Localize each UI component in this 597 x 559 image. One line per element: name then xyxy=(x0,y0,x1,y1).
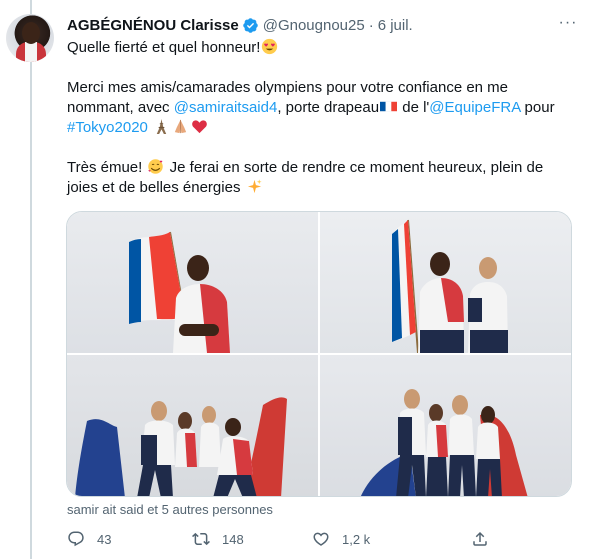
thread-line xyxy=(30,0,32,559)
avatar-shirt-shape xyxy=(25,42,37,62)
reply-count: 43 xyxy=(97,531,112,547)
liked-by-summary[interactable]: samir ait said et 5 autres personnes xyxy=(67,502,273,517)
red-heart-emoji xyxy=(191,118,208,135)
tweet-actions: 43 148 1,2 k xyxy=(67,528,577,550)
tweet-p2-text-b: , porte drapeau xyxy=(277,99,380,116)
tweet-p2-text-c: de l' xyxy=(398,99,430,116)
avatar-head-shape xyxy=(22,22,40,44)
heart-eyes-emoji xyxy=(261,38,278,55)
photo-2[interactable] xyxy=(320,212,571,353)
more-options-icon[interactable]: ··· xyxy=(557,12,579,34)
tweet-header: AGBÉGNÉNOU Clarisse @Gnougnou25 · 6 juil… xyxy=(67,15,577,35)
tweet-paragraph-2: Merci mes amis/camarades olympiens pour … xyxy=(67,78,577,138)
photo-1-scene xyxy=(129,231,230,353)
header-separator: · xyxy=(368,16,374,34)
like-button[interactable]: 1,2 k xyxy=(312,528,370,550)
hashtag-tokyo2020[interactable]: #Tokyo2020 xyxy=(67,119,148,136)
retweet-icon xyxy=(192,532,210,546)
retweet-count: 148 xyxy=(222,531,244,547)
tweet-p3-text-a: Très émue! xyxy=(67,159,147,176)
tweet-text: Quelle fierté et quel honneur! Merci mes… xyxy=(67,38,577,198)
photo-3[interactable] xyxy=(67,355,318,496)
photo-3-scene xyxy=(75,397,287,496)
mention-equipefra[interactable]: @EquipeFRA xyxy=(429,99,520,116)
share-button[interactable] xyxy=(471,528,489,550)
photo-1[interactable] xyxy=(67,212,318,353)
share-icon xyxy=(473,531,487,546)
photo-grid xyxy=(66,211,572,497)
author-handle[interactable]: @Gnougnou25 xyxy=(263,17,365,34)
photo-2-scene xyxy=(392,219,508,353)
author-name[interactable]: AGBÉGNÉNOU Clarisse xyxy=(67,17,239,34)
tweet-p2-text-d: pour xyxy=(520,99,555,116)
reply-icon xyxy=(68,531,84,547)
tweet-card[interactable]: AGBÉGNÉNOU Clarisse @Gnougnou25 · 6 juil… xyxy=(0,0,597,559)
like-count: 1,2 k xyxy=(342,531,371,547)
sparkles-emoji xyxy=(246,178,263,195)
eiffel-tower-emoji xyxy=(153,118,170,135)
tweet-date[interactable]: 6 juil. xyxy=(378,17,413,34)
verified-badge-icon xyxy=(242,17,259,34)
mention-samiraitsaid4[interactable]: @samiraitsaid4 xyxy=(174,99,278,116)
tweet-line-1-text: Quelle fierté et quel honneur! xyxy=(67,39,261,56)
like-icon xyxy=(313,532,329,546)
tweet-paragraph-3: Très émue! Je ferai en sorte de rendre c… xyxy=(67,158,577,198)
reply-button[interactable]: 43 xyxy=(67,528,111,550)
photo-4[interactable] xyxy=(320,355,571,496)
folded-hands-emoji xyxy=(172,118,189,135)
retweet-button[interactable]: 148 xyxy=(192,528,244,550)
france-flag-emoji xyxy=(380,98,398,115)
smiling-hearts-emoji xyxy=(147,158,164,175)
avatar[interactable] xyxy=(6,14,54,62)
photo-4-scene xyxy=(360,389,528,496)
tweet-line-1: Quelle fierté et quel honneur! xyxy=(67,38,577,58)
